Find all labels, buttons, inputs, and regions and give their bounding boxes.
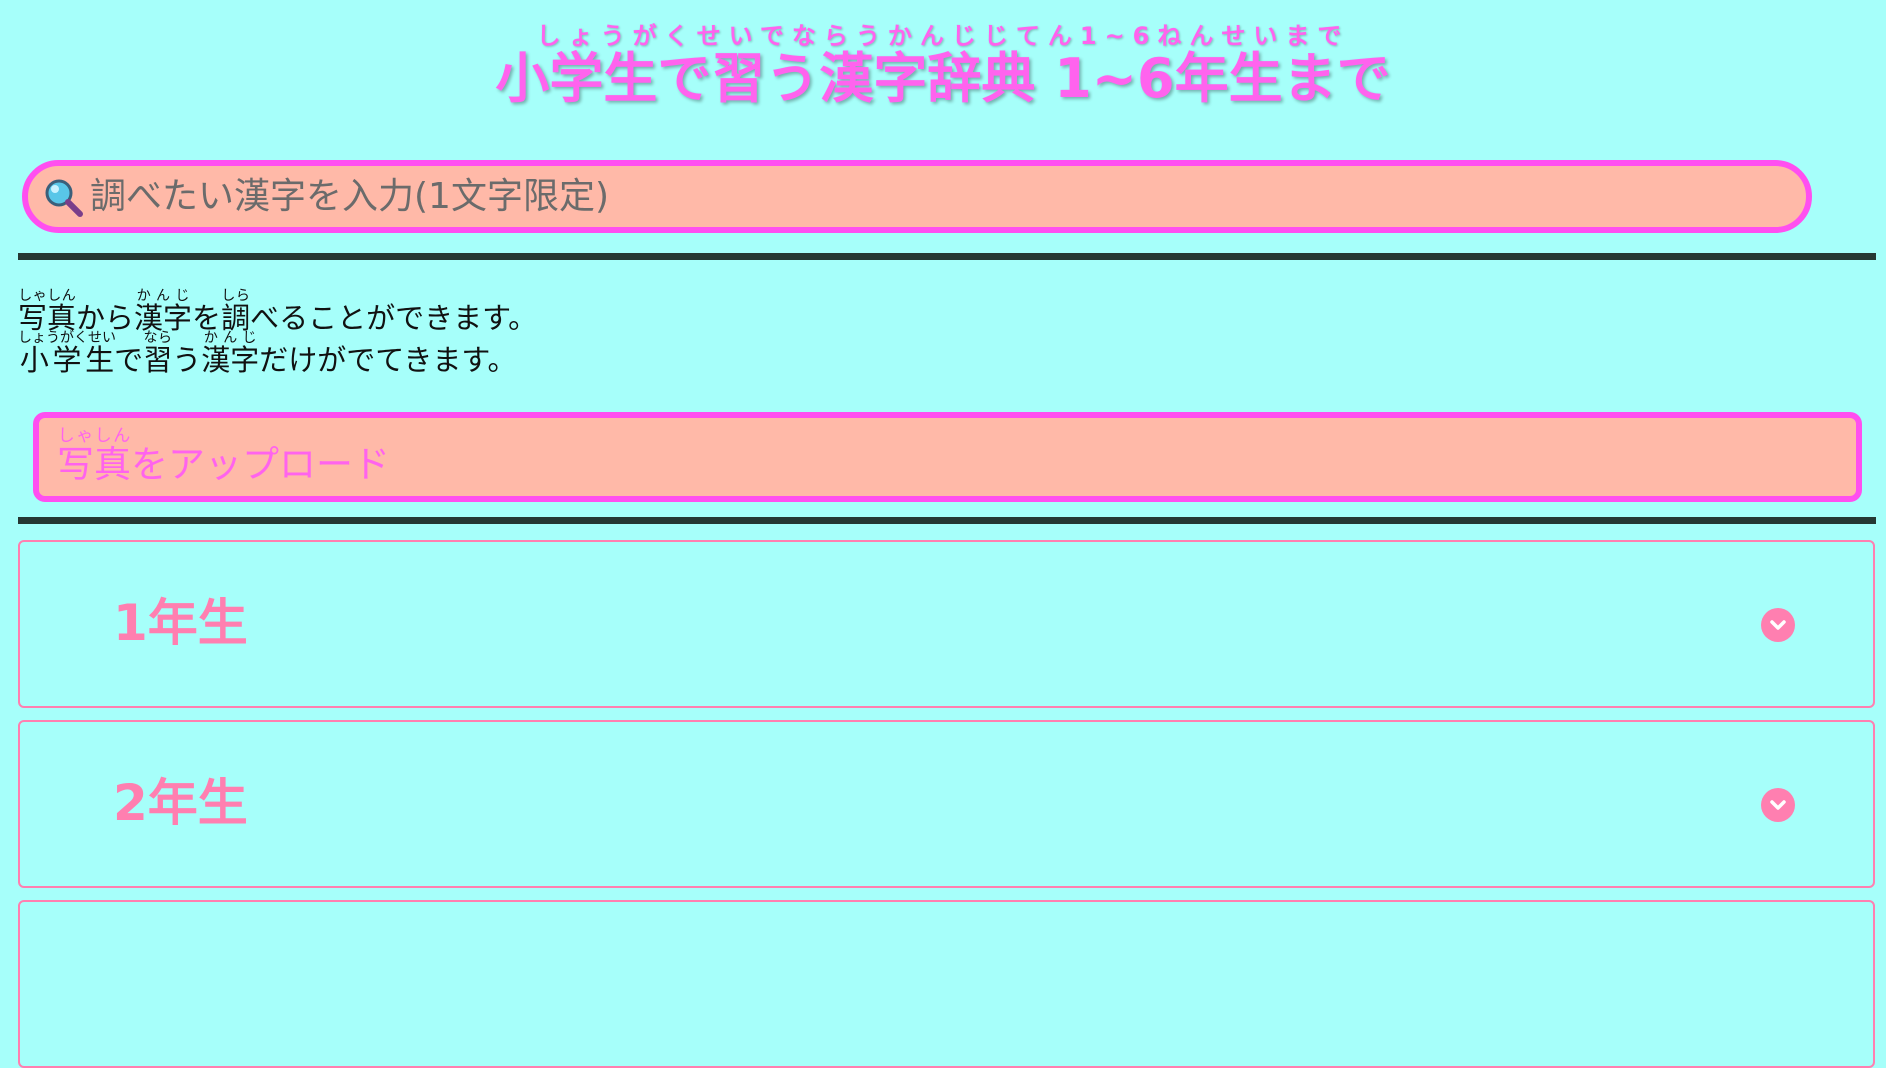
grade-2-accordion[interactable]: 2年生	[18, 720, 1875, 888]
ruby-word: 漢字かんじ	[201, 330, 260, 377]
page-title-ruby: しょうがくせいでならうかんじじてん1~6ねんせいまで	[536, 22, 1350, 50]
chevron-down-icon[interactable]	[1761, 608, 1795, 642]
text-segment: う	[172, 343, 202, 377]
chevron-down-icon[interactable]	[1761, 788, 1795, 822]
search-bar[interactable]	[22, 160, 1812, 233]
furigana: かんじ	[201, 330, 260, 346]
description-line-2: 小学生しょうがくせいで習ならう漢字かんじだけがでてきます。	[18, 330, 516, 379]
furigana: しら	[221, 288, 251, 304]
page-header: しょうがくせいでならうかんじじてん1~6ねんせいまで 小学生で習う漢字辞典 1~…	[0, 22, 1886, 110]
search-input[interactable]	[90, 176, 1740, 217]
grade-label: 1年生	[113, 594, 248, 652]
grade-label: 2年生	[113, 774, 248, 832]
furigana: しょうがくせい	[18, 330, 116, 346]
ruby-word: 写真しゃしん	[57, 426, 131, 486]
page-title: 小学生で習う漢字辞典 1~6年生まで	[495, 47, 1391, 110]
text-segment: をアップロード	[131, 443, 390, 486]
ruby-word: 小学生しょうがくせい	[18, 330, 116, 377]
photo-upload-button[interactable]: 写真しゃしんをアップロード	[33, 412, 1862, 502]
photo-upload-label: 写真しゃしんをアップロード	[57, 426, 390, 488]
text-segment: で	[114, 343, 144, 377]
furigana: なら	[143, 330, 173, 346]
furigana: しゃしん	[18, 288, 77, 304]
furigana: しゃしん	[57, 426, 131, 446]
search-icon	[45, 179, 83, 217]
divider	[18, 253, 1876, 260]
ruby-word: 習なら	[143, 330, 173, 377]
grade-1-accordion[interactable]: 1年生	[18, 540, 1875, 708]
divider	[18, 517, 1876, 524]
grade-3-accordion[interactable]	[18, 900, 1875, 1068]
text-segment: だけがでてきます。	[259, 343, 517, 377]
furigana: かんじ	[134, 288, 193, 304]
